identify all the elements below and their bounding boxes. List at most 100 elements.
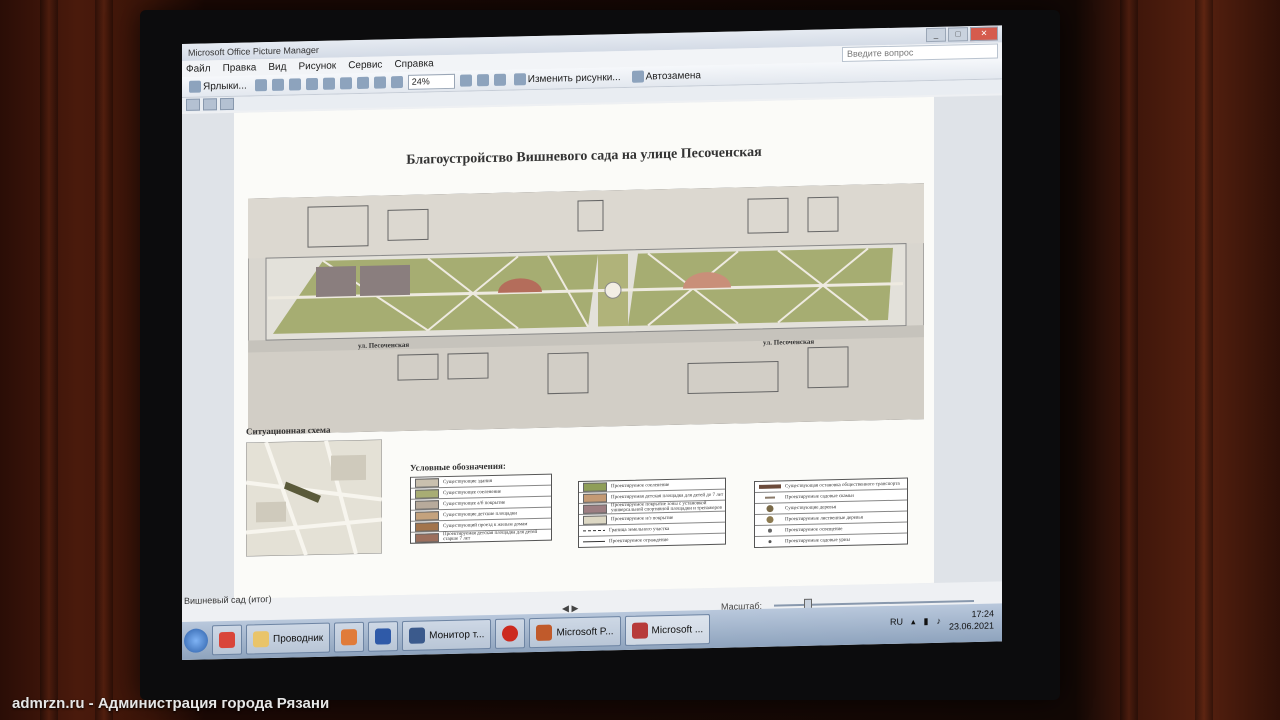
next-picture-icon[interactable]: ▶ xyxy=(571,603,578,613)
legend-column-2: Проектируемое озеленение Проектируемая д… xyxy=(578,477,726,549)
taskbar-item-explorer[interactable]: Проводник xyxy=(246,622,331,655)
zoom-select[interactable]: 24% xyxy=(407,73,455,90)
powerpoint-icon xyxy=(536,624,553,641)
bench-symbol xyxy=(759,494,781,500)
taskbar-item[interactable] xyxy=(368,621,399,652)
situation-label: Ситуационная схема xyxy=(246,424,331,437)
folder-icon xyxy=(189,80,201,93)
situation-map xyxy=(246,439,382,557)
start-button[interactable] xyxy=(184,628,208,653)
clock-date: 23.06.2021 xyxy=(948,620,994,632)
screen: Microsoft Office Picture Manager _ □ ✕ Ф… xyxy=(182,25,1002,660)
shortcuts-button[interactable]: Ярлыки... xyxy=(186,79,250,93)
filmstrip-view-icon[interactable] xyxy=(203,98,217,111)
legend-text: Проектируемые садовые урны xyxy=(785,537,850,544)
rotate-right-icon[interactable] xyxy=(493,73,506,86)
legend-text: Существующее а/б покрытие xyxy=(443,500,506,507)
legend-swatch xyxy=(583,503,607,514)
bus-stop-symbol xyxy=(759,483,781,489)
taskbar-item-powerpoint[interactable]: Microsoft P... xyxy=(529,616,621,649)
legend-column-1: Существующие здания Существующее озелене… xyxy=(410,473,552,544)
boundary-line-symbol xyxy=(583,527,605,533)
thumbnail-view-icon[interactable] xyxy=(186,98,200,111)
undo-icon[interactable] xyxy=(373,76,386,89)
watermark: admrzn.ru - Администрация города Рязани xyxy=(12,695,330,712)
picture-area: Благоустройство Вишневого сада на улице … xyxy=(182,95,1002,600)
edit-pictures-label: Изменить рисунки... xyxy=(527,71,621,85)
legend-swatch xyxy=(415,521,439,532)
prev-picture-icon[interactable]: ◀ xyxy=(562,603,569,613)
minimize-button[interactable]: _ xyxy=(926,27,946,43)
legend-column-3: Существующая остановка общественного тра… xyxy=(754,477,908,549)
legend-text: Проектируемая детская площадка для детей… xyxy=(611,492,724,500)
autocorrect-label: Автозамена xyxy=(645,69,701,82)
existing-tree-symbol xyxy=(759,504,781,513)
save-icon[interactable] xyxy=(254,79,267,92)
taskbar-label: Microsoft P... xyxy=(556,625,614,639)
picture-manager-icon xyxy=(631,622,648,639)
legend-swatch xyxy=(415,477,439,488)
paste-icon[interactable] xyxy=(339,77,352,90)
taskbar-item[interactable] xyxy=(212,624,242,656)
legend-text: Граница земельного участка xyxy=(609,526,670,533)
tray-arrow-icon[interactable]: ▴ xyxy=(911,616,916,627)
taskbar-label: Microsoft ... xyxy=(651,623,704,636)
legend-swatch xyxy=(583,481,607,492)
shortcuts-label: Ярлыки... xyxy=(203,80,247,93)
network-icon[interactable]: ▮ xyxy=(924,616,929,627)
legend-text: Существующий проезд к жилым домам xyxy=(443,521,528,529)
taskbar-item[interactable] xyxy=(495,618,526,649)
legend-text: Существующие деревья xyxy=(785,504,837,511)
legend-text: Проектируемые лиственные деревья xyxy=(785,515,863,522)
taskbar-item[interactable] xyxy=(334,621,365,653)
menu-file[interactable]: Файл xyxy=(186,63,211,75)
single-view-icon[interactable] xyxy=(220,97,234,111)
chrome-icon xyxy=(219,631,235,649)
legend-text: Проектируемые садовые скамьи xyxy=(785,493,854,500)
maximize-button[interactable]: □ xyxy=(948,27,968,42)
clock[interactable]: 17:24 23.06.2021 xyxy=(949,608,994,633)
clock-time: 17:24 xyxy=(971,608,994,620)
menu-help[interactable]: Справка xyxy=(394,58,433,70)
legend-text: Существующая остановка общественного тра… xyxy=(785,481,900,489)
menu-picture[interactable]: Рисунок xyxy=(298,60,336,72)
street-label-right: ул. Песоченская xyxy=(763,338,814,347)
legend-text: Существующее озеленение xyxy=(443,489,502,496)
print-icon[interactable] xyxy=(271,78,284,91)
taskbar-item-picture-manager[interactable]: Microsoft ... xyxy=(624,614,711,646)
window-title: Microsoft Office Picture Manager xyxy=(188,44,319,58)
edit-pictures-button[interactable]: Изменить рисунки... xyxy=(511,71,624,86)
legend-text: Проектируемое озеленение xyxy=(611,482,670,489)
rotate-left-icon[interactable] xyxy=(476,74,489,87)
redo-icon[interactable] xyxy=(390,75,403,89)
legend-swatch xyxy=(583,492,607,503)
language-indicator[interactable]: RU xyxy=(890,617,903,627)
help-icon[interactable] xyxy=(459,74,472,87)
media-player-icon xyxy=(341,629,358,646)
copy-icon[interactable] xyxy=(322,77,335,90)
new-tree-symbol xyxy=(759,515,781,524)
system-tray: RU ▴ ▮ ♪ 17:24 23.06.2021 xyxy=(890,608,994,634)
legend-swatch xyxy=(415,510,439,521)
taskbar-label: Монитор т... xyxy=(429,628,485,641)
menu-view[interactable]: Вид xyxy=(268,61,286,72)
taskbar-item-monitor[interactable]: Монитор т... xyxy=(402,618,492,652)
plan-sheet: Благоустройство Вишневого сада на улице … xyxy=(234,96,934,599)
legend-text: Проектируемая детская площадка для детей… xyxy=(443,529,537,543)
cut-icon[interactable] xyxy=(305,77,318,91)
mail-icon[interactable] xyxy=(288,78,301,91)
bin-symbol xyxy=(759,538,781,544)
autocorrect-button[interactable]: Автозамена xyxy=(629,69,704,83)
menu-tools[interactable]: Сервис xyxy=(348,59,382,71)
street-label-left: ул. Песоченская xyxy=(358,341,409,350)
close-button[interactable]: ✕ xyxy=(970,26,998,42)
legend-text: Проектируемое ограждение xyxy=(609,537,669,544)
fence-line-symbol xyxy=(583,538,605,544)
legend-text: Проектируемое н/з покрытие xyxy=(611,515,674,522)
volume-icon[interactable]: ♪ xyxy=(936,616,941,626)
legend-swatch xyxy=(415,499,439,510)
menu-edit[interactable]: Правка xyxy=(223,62,257,74)
edit-pictures-icon xyxy=(513,73,526,86)
lighting-symbol xyxy=(759,527,781,533)
delete-icon[interactable] xyxy=(356,76,369,90)
